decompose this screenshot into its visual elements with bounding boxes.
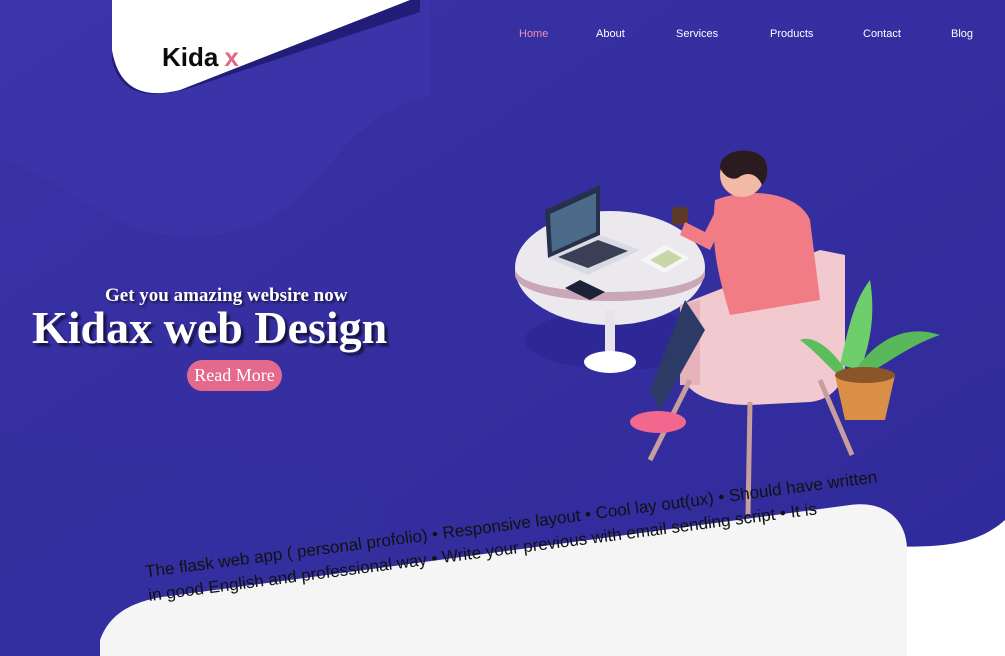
nav-products[interactable]: Products bbox=[770, 27, 813, 41]
workspace-illustration bbox=[515, 150, 940, 516]
hero-headline: Kidax web Design bbox=[32, 302, 388, 353]
nav-about[interactable]: About bbox=[596, 27, 625, 41]
main-nav: Home About Services Products Contact Blo… bbox=[0, 27, 1005, 47]
nav-blog[interactable]: Blog bbox=[951, 27, 973, 41]
nav-home[interactable]: Home bbox=[519, 27, 548, 41]
nav-contact[interactable]: Contact bbox=[863, 27, 901, 41]
nav-services[interactable]: Services bbox=[676, 27, 718, 41]
read-more-button[interactable]: Read More bbox=[187, 360, 282, 391]
